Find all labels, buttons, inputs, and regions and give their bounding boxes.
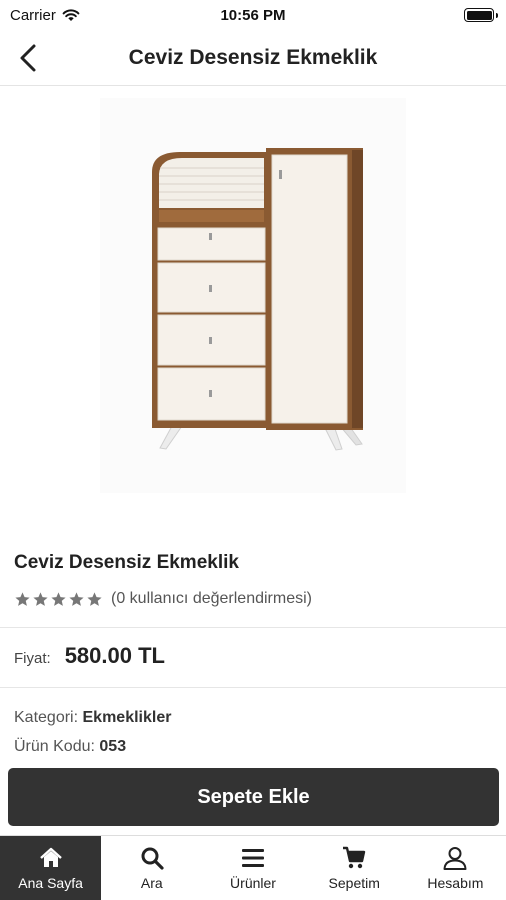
user-icon [443, 847, 467, 870]
product-code-label: Ürün Kodu: [14, 738, 95, 755]
price-label: Fiyat: [14, 650, 51, 667]
tab-label: Ara [140, 875, 163, 891]
search-icon [141, 847, 164, 870]
cart-icon [343, 846, 366, 869]
tab-products[interactable]: Ürünler [202, 836, 303, 900]
product-code-line: Ürün Kodu: 053 [14, 738, 126, 756]
status-bar: Carrier 10:56 PM [0, 0, 506, 30]
nav-bar: Ceviz Desensiz Ekmeklik [0, 30, 506, 86]
star-icon [87, 591, 102, 606]
page-title: Ceviz Desensiz Ekmeklik [128, 45, 378, 69]
carrier-label: Carrier [10, 6, 56, 24]
category-label: Kategori: [14, 709, 79, 726]
chevron-left-icon [20, 44, 36, 72]
divider [0, 687, 506, 688]
tab-home[interactable]: Ana Sayfa [0, 836, 102, 900]
tab-label: Sepetim [328, 875, 380, 891]
category-value: Ekmeklikler [82, 709, 172, 726]
battery-icon [464, 8, 498, 22]
category-line: Kategori: Ekmeklikler [14, 709, 171, 727]
tab-bar: Ana Sayfa Ara Ürünler Sepetim Hesabım [0, 835, 506, 900]
cabinet-illustration [100, 98, 406, 493]
home-icon [39, 847, 62, 867]
add-to-cart-button[interactable]: Sepete Ekle [8, 768, 499, 826]
product-image[interactable] [100, 98, 406, 493]
star-icon [33, 591, 48, 606]
tab-label: Hesabım [427, 875, 484, 891]
product-name: Ceviz Desensiz Ekmeklik [14, 552, 239, 573]
menu-icon [242, 849, 264, 867]
back-button[interactable] [8, 38, 48, 78]
tab-label: Ürünler [230, 875, 276, 891]
rating-stars [14, 591, 103, 608]
rating-text: (0 kullanıcı değerlendirmesi) [111, 590, 312, 607]
tab-search[interactable]: Ara [101, 836, 202, 900]
star-icon [69, 591, 84, 606]
tab-account[interactable]: Hesabım [405, 836, 506, 900]
price-value: 580.00 TL [64, 643, 165, 668]
tab-label: Ana Sayfa [18, 875, 83, 891]
rating-row: (0 kullanıcı değerlendirmesi) [14, 590, 312, 608]
status-left: Carrier [10, 7, 80, 24]
divider [0, 627, 506, 628]
star-icon [15, 591, 30, 606]
tab-cart[interactable]: Sepetim [304, 836, 405, 900]
product-code-value: 053 [99, 738, 127, 755]
price-row: Fiyat: 580.00 TL [14, 643, 165, 669]
star-icon [51, 591, 66, 606]
wifi-icon [62, 9, 80, 21]
